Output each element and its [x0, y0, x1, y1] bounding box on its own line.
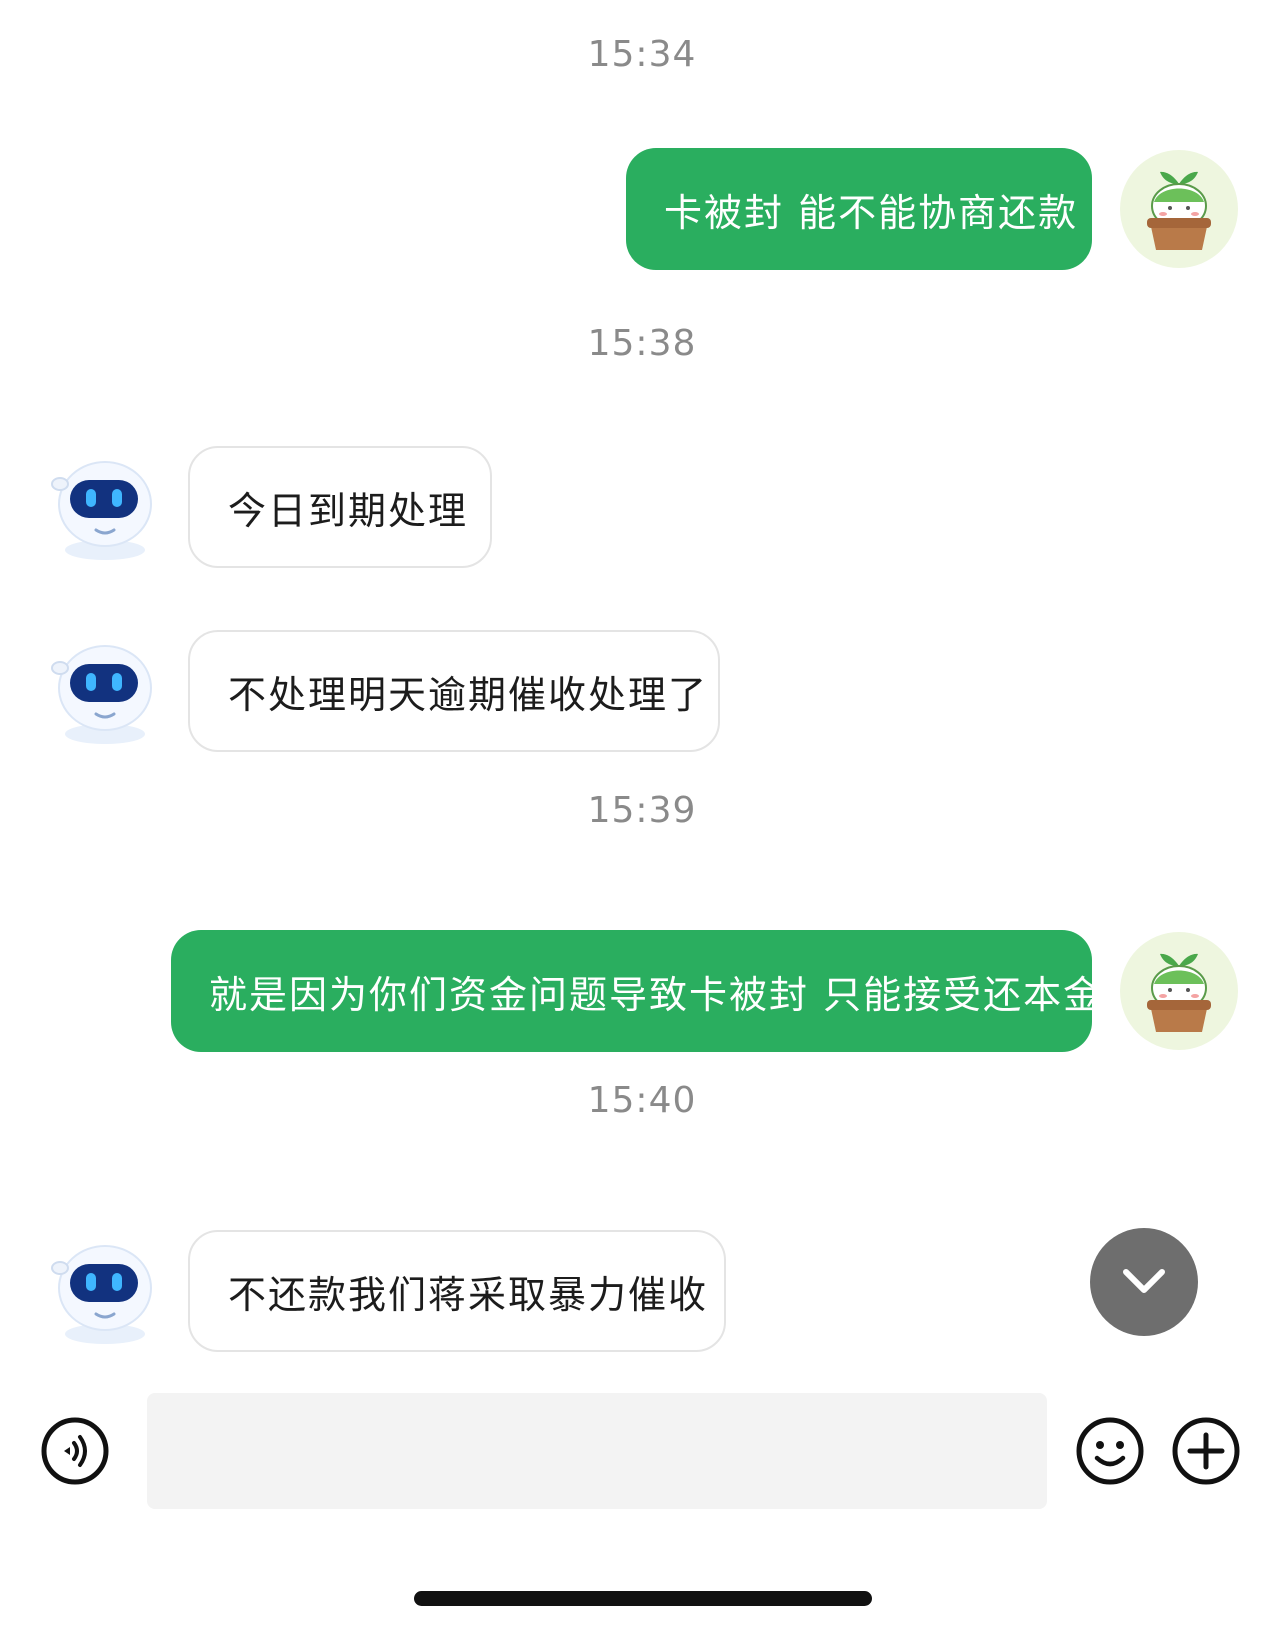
- message-text: 今日到期处理: [228, 488, 469, 533]
- incoming-message-bubble[interactable]: 今日到期处理: [188, 446, 492, 568]
- robot-avatar[interactable]: [46, 1236, 164, 1354]
- outgoing-message-bubble[interactable]: 就是因为你们资金问题导致卡被封 只能接受还本金: [171, 930, 1101, 1052]
- plus-icon[interactable]: [1171, 1416, 1241, 1486]
- message-text: 不处理明天逾期催收处理了: [228, 672, 709, 717]
- message-text: 卡被封 能不能协商还款: [664, 190, 1079, 235]
- user-avatar[interactable]: [1120, 150, 1238, 268]
- message-text: 不还款我们蒋采取暴力催收: [228, 1272, 709, 1317]
- timestamp: 15:38: [587, 323, 697, 364]
- chevron-down-icon: [1123, 1269, 1165, 1293]
- message-input[interactable]: [147, 1393, 1047, 1509]
- user-avatar[interactable]: [1120, 932, 1238, 1050]
- home-indicator: [414, 1591, 872, 1606]
- robot-avatar[interactable]: [46, 452, 164, 570]
- timestamp: 15:40: [587, 1080, 697, 1121]
- scroll-to-bottom-button[interactable]: [1090, 1228, 1198, 1336]
- robot-avatar[interactable]: [46, 636, 164, 754]
- timestamp: 15:34: [587, 34, 697, 75]
- timestamp: 15:39: [587, 790, 697, 831]
- incoming-message-bubble[interactable]: 不还款我们蒋采取暴力催收: [188, 1230, 726, 1352]
- voice-icon[interactable]: [40, 1416, 110, 1486]
- outgoing-message-bubble[interactable]: 卡被封 能不能协商还款: [626, 148, 1092, 270]
- incoming-message-bubble[interactable]: 不处理明天逾期催收处理了: [188, 630, 720, 752]
- message-text: 就是因为你们资金问题导致卡被封 只能接受还本金: [209, 972, 1104, 1017]
- emoji-icon[interactable]: [1075, 1416, 1145, 1486]
